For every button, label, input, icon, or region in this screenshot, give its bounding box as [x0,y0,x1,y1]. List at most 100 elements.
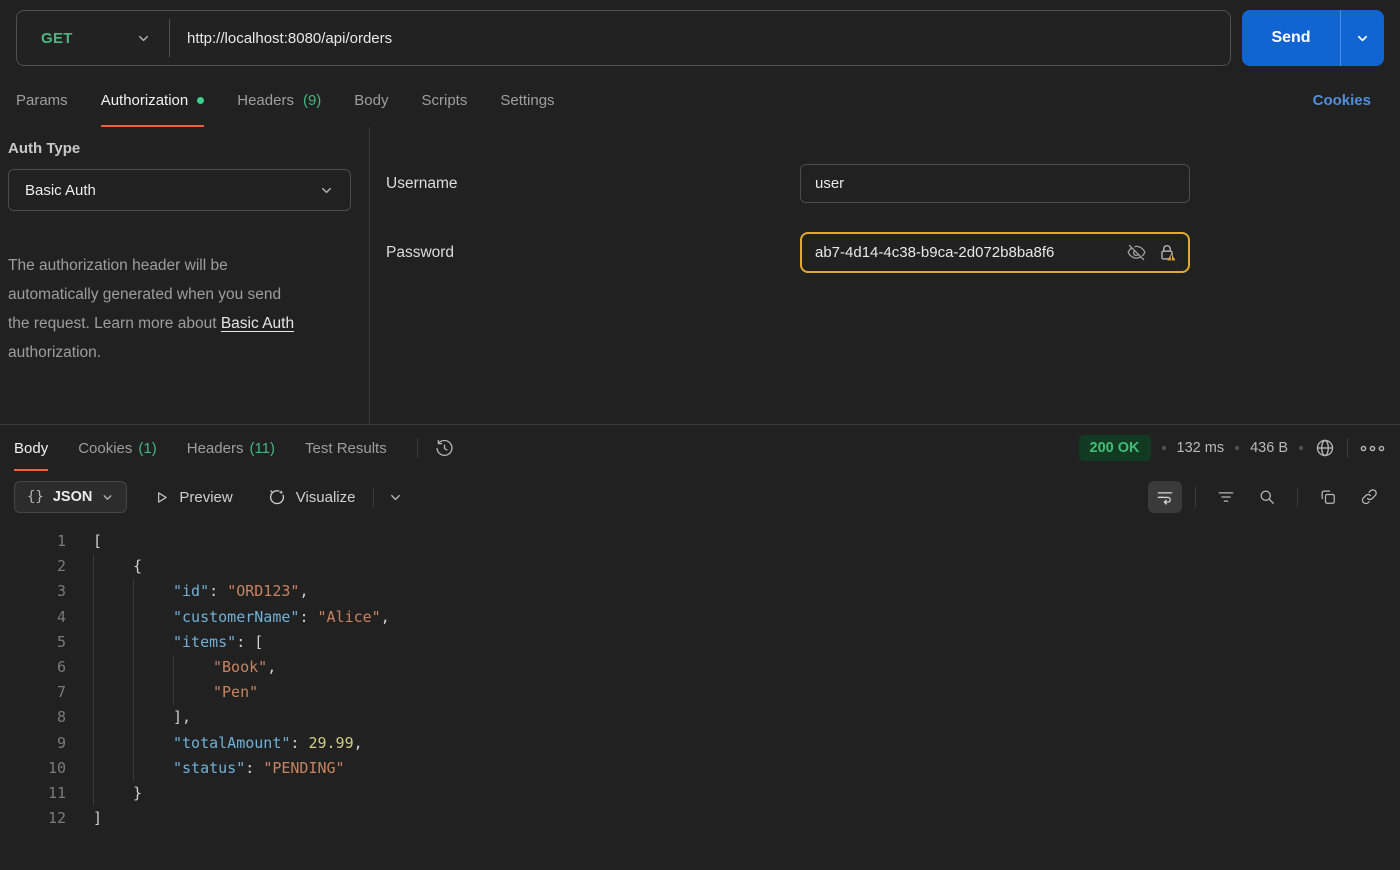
response-tab-test-results[interactable]: Test Results [305,425,387,471]
code-token: } [133,783,143,802]
tab-authorization-label: Authorization [100,92,189,109]
method-selector[interactable]: GET [17,11,169,65]
username-input[interactable]: user [800,164,1190,203]
code-line: 4 "customerName": "Alice", [0,604,1400,630]
code-token: : [245,758,264,777]
copy-icon[interactable] [1311,481,1345,513]
tab-body[interactable]: Body [354,74,388,127]
play-icon [153,489,170,506]
indent-guide [133,604,173,630]
send-button[interactable]: Send [1242,10,1340,66]
braces-icon: {} [27,489,44,505]
response-tab-headers-label: Headers [186,439,244,457]
globe-icon[interactable] [1314,437,1336,459]
link-icon[interactable] [1352,481,1386,513]
tab-headers-label: Headers [237,92,294,109]
indent-guide [133,730,173,756]
response-toolbar: {} JSON Preview Visualize [0,471,1400,523]
tab-authorization[interactable]: Authorization [100,74,205,127]
indent-guide [173,680,213,706]
tab-scripts[interactable]: Scripts [422,74,468,127]
response-time: 132 ms [1176,440,1225,456]
actions-divider [1195,487,1196,507]
indent-guide [133,579,173,605]
format-select-button[interactable]: {} JSON [14,481,128,513]
request-url-row: GET http://localhost:8080/api/orders Sen… [0,0,1400,74]
wrap-text-icon[interactable] [1148,481,1182,513]
method-label: GET [41,29,73,47]
visualize-button[interactable]: Visualize [266,487,356,508]
indent-guide [133,680,173,706]
basic-auth-link[interactable]: Basic Auth [221,315,294,332]
visualize-icon [266,487,287,508]
code-token: 29.99 [308,733,354,752]
visualize-label: Visualize [295,488,356,506]
code-token: "id" [173,582,210,601]
auth-info-line3: the request. Learn more about Basic Auth [8,309,351,338]
lock-warning-icon[interactable] [1156,242,1178,264]
code-line: 10 "status": "PENDING" [0,755,1400,781]
auth-info-line4: authorization. [8,344,102,361]
chevron-down-icon [319,183,334,198]
chevron-down-icon [136,31,151,46]
history-icon[interactable] [434,438,455,459]
response-body-code[interactable]: 1[2{3 "id": "ORD123", 4 "customerName": "Al… [0,523,1400,870]
response-tab-body[interactable]: Body [14,425,49,471]
response-tab-body-label: Body [14,439,49,457]
code-token: [ [93,532,103,550]
indent-guide [93,654,133,681]
password-input[interactable]: ab7-4d14-4c38-b9ca-2d072b8ba8f6 [800,232,1190,273]
filter-icon[interactable] [1209,481,1243,513]
code-token: "status" [173,758,246,777]
line-number: 4 [56,607,66,626]
response-size: 436 B [1250,440,1288,456]
code-token: "ORD123" [227,582,300,601]
tab-headers-count: (9) [302,92,322,109]
username-label: Username [386,174,458,192]
preview-button[interactable]: Preview [153,489,233,506]
tab-params[interactable]: Params [16,74,68,127]
code-token: : [209,582,228,601]
code-token: : [236,632,255,651]
status-badge[interactable]: 200 OK [1078,435,1151,461]
indent-guide [133,705,173,731]
auth-type-label: Auth Type [8,140,81,157]
line-number: 1 [56,532,66,550]
cookies-link[interactable]: Cookies [1313,92,1371,109]
line-number: 7 [56,683,66,702]
code-token: "totalAmount" [173,733,291,752]
code-line: 6 "Book", [0,654,1400,681]
url-input[interactable]: http://localhost:8080/api/orders [170,11,1230,65]
toolbar-divider [373,487,375,507]
search-icon[interactable] [1250,481,1284,513]
response-status-group: 200 OK 132 ms 436 B [1078,435,1386,461]
tab-headers[interactable]: Headers (9) [237,74,321,127]
send-options-button[interactable] [1341,10,1384,66]
tab-settings[interactable]: Settings [500,74,554,127]
code-line: 12] [0,806,1400,831]
more-options-icon[interactable] [1359,443,1386,454]
code-token: [ [254,632,264,651]
code-line: 9 "totalAmount": 29.99, [0,730,1400,756]
indent-guide [93,755,133,781]
line-number: 8 [56,708,66,727]
line-number: 5 [56,632,66,651]
indent-guide [133,755,173,781]
separator-dot [1299,446,1303,450]
code-line: 11} [0,780,1400,807]
code-token: { [133,557,143,576]
code-view-actions [1148,481,1386,513]
auth-type-value: Basic Auth [25,181,96,199]
eye-off-icon[interactable] [1126,242,1147,263]
line-number: 9 [56,733,66,752]
response-tab-headers[interactable]: Headers (11) [187,425,275,471]
chevron-down-icon [1355,31,1370,46]
tab-settings-label: Settings [500,92,555,109]
response-tab-cookies-count: (1) [138,439,157,457]
auth-type-select[interactable]: Basic Auth [8,169,351,211]
code-token: "Pen" [213,683,259,702]
response-tab-cookies[interactable]: Cookies (1) [78,425,157,471]
visualize-options-chevron-icon[interactable] [388,490,403,505]
password-label: Password [386,243,455,261]
tab-body-label: Body [354,92,389,109]
